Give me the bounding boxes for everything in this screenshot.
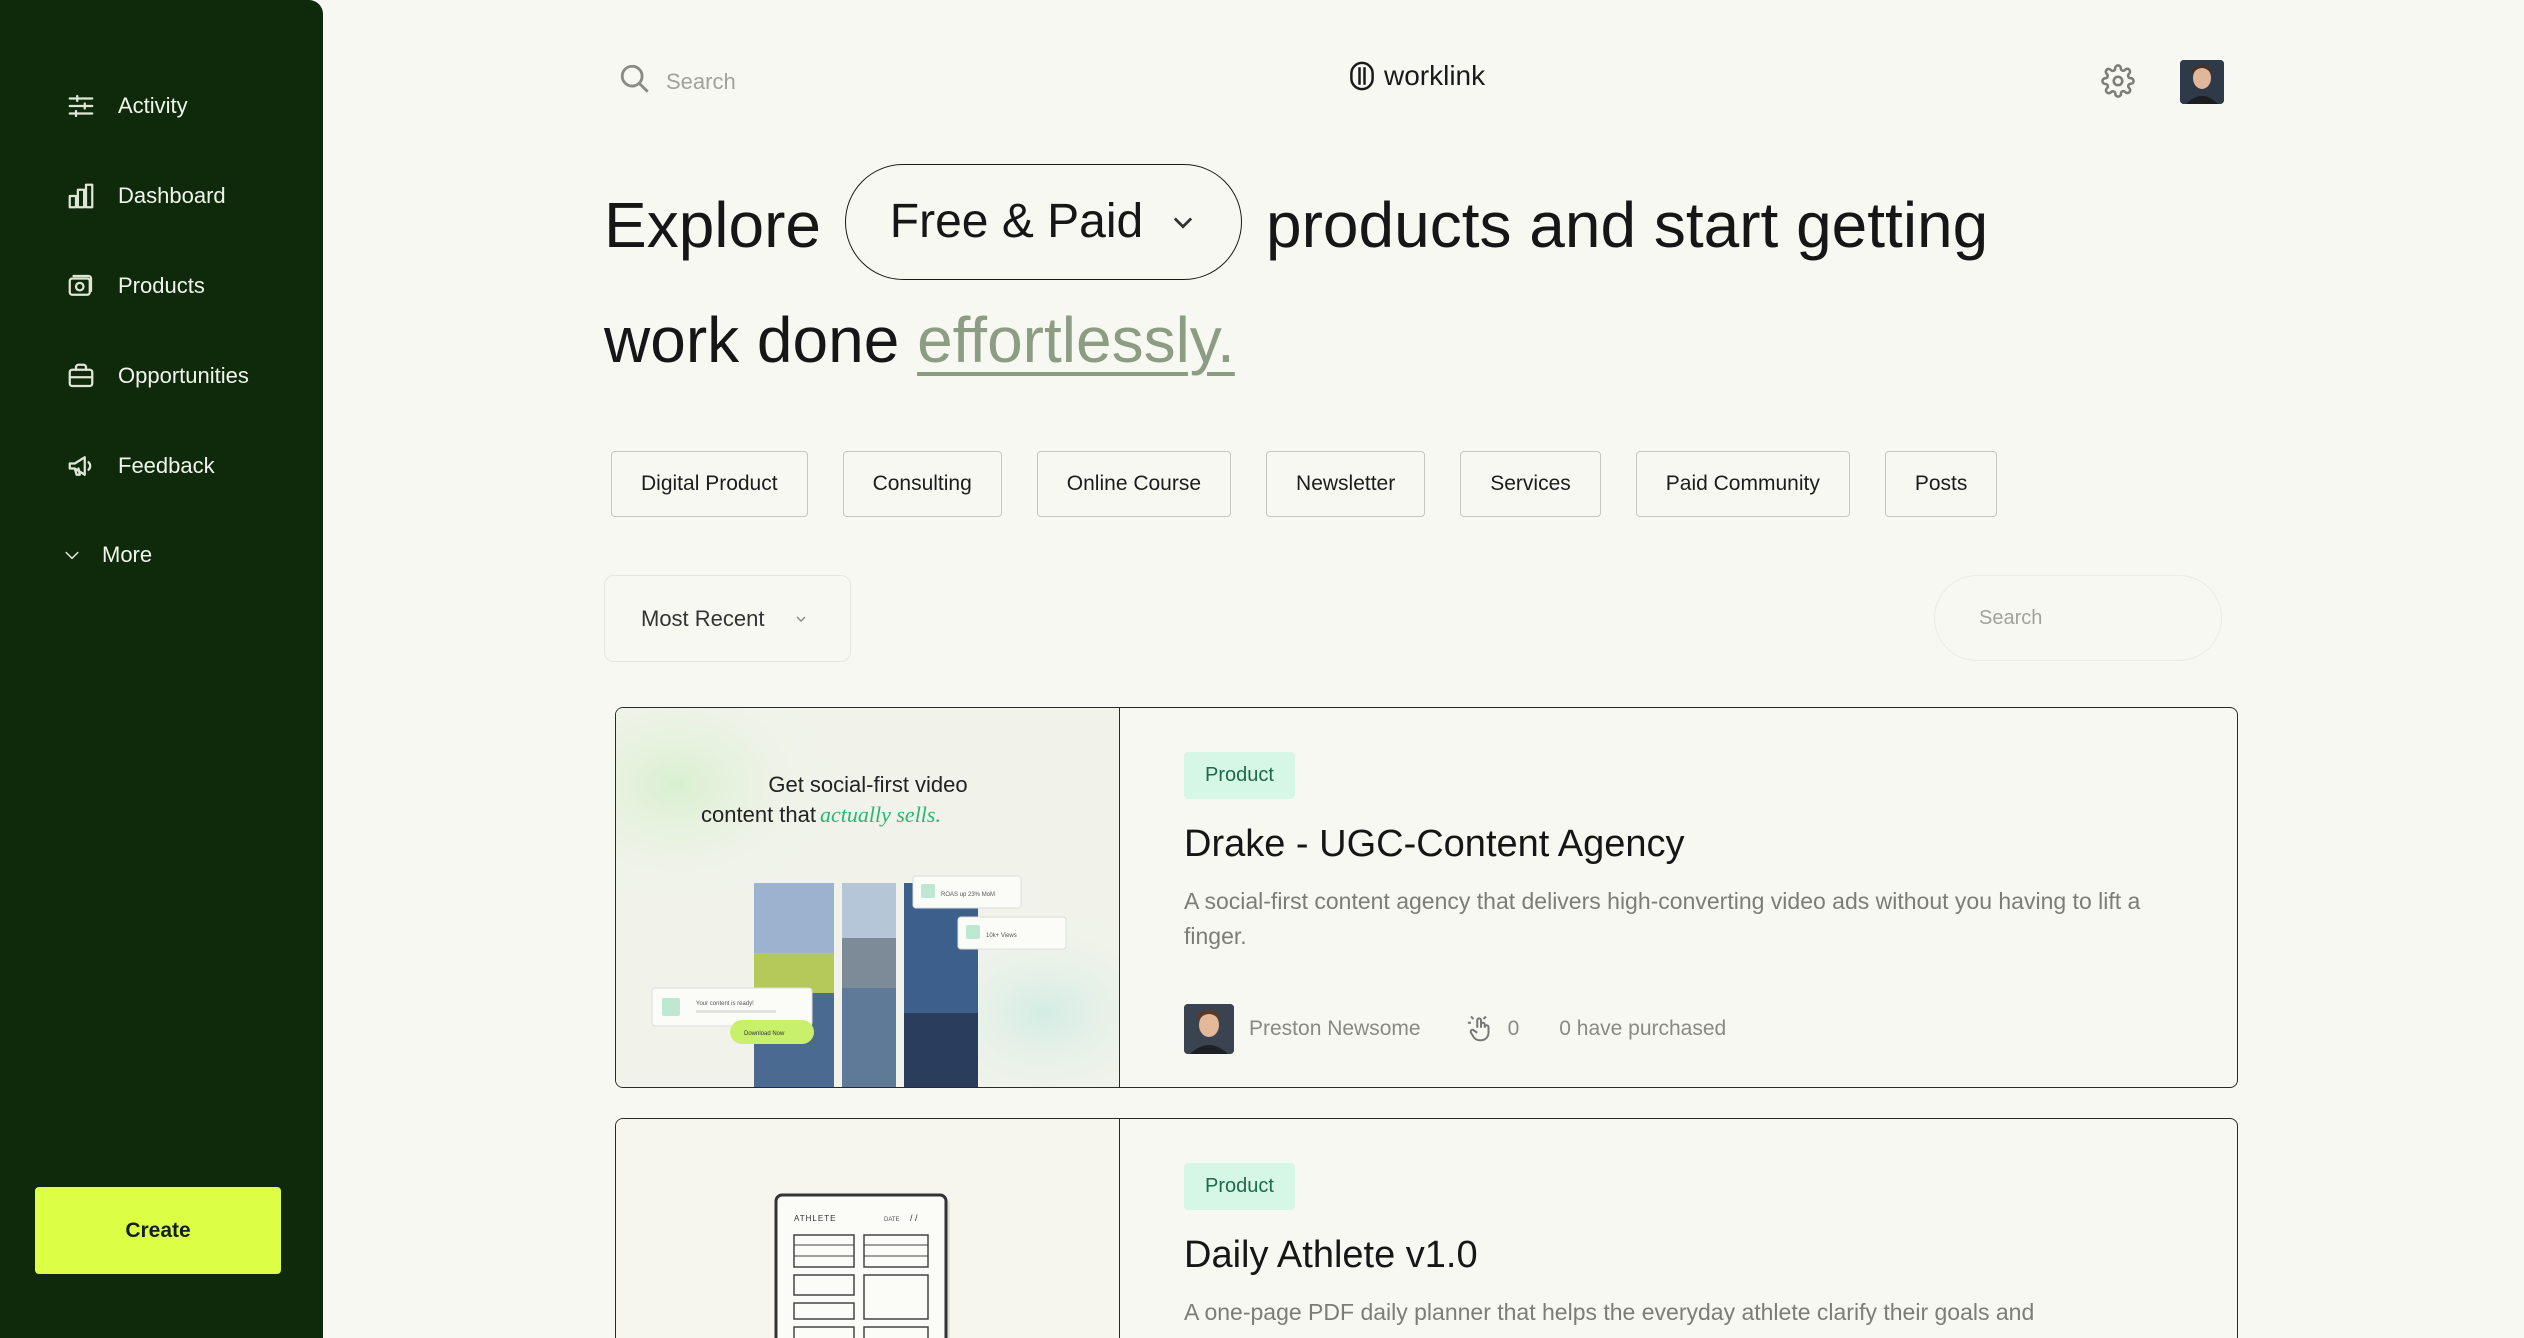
search-icon <box>618 62 652 101</box>
hero-pre: Explore <box>604 188 821 261</box>
sidebar-item-label: Feedback <box>118 453 215 478</box>
sidebar-item-label: Dashboard <box>118 183 226 208</box>
brand-logo[interactable]: worklink <box>1348 60 1485 92</box>
author-name[interactable]: Preston Newsome <box>1249 1017 1421 1041</box>
user-avatar[interactable] <box>2180 60 2224 104</box>
category-consulting[interactable]: Consulting <box>842 451 1002 517</box>
sidebar: Activity Dashboard Products Opportunitie… <box>0 0 323 1338</box>
megaphone-icon <box>64 449 98 483</box>
product-card[interactable]: ATHLETE DATE / / Product Daily Athlete v… <box>615 1118 2238 1338</box>
sort-dropdown[interactable]: Most Recent <box>604 575 851 662</box>
product-body: Product Drake - UGC-Content Agency A soc… <box>1184 708 2177 1054</box>
chevron-down-icon <box>796 616 805 622</box>
hero-post: products and start getting <box>1266 188 1989 261</box>
top-search <box>618 62 866 101</box>
product-badge: Product <box>1184 1163 1295 1210</box>
product-description: A social-first content agency that deliv… <box>1184 888 2141 949</box>
list-search-input[interactable] <box>1934 575 2222 661</box>
product-title: Drake - UGC-Content Agency <box>1184 823 1685 865</box>
settings-button[interactable] <box>2101 64 2135 98</box>
search-input[interactable] <box>666 68 866 95</box>
product-title: Daily Athlete v1.0 <box>1184 1234 1478 1276</box>
product-body: Product Daily Athlete v1.0 A one-page PD… <box>1184 1119 2177 1330</box>
category-online-course[interactable]: Online Course <box>1036 451 1232 517</box>
thumb-toast: Your content is ready! <box>696 1001 754 1007</box>
sort-value: Most Recent <box>641 605 765 631</box>
category-digital-product[interactable]: Digital Product <box>611 451 808 517</box>
brand-name: worklink <box>1384 60 1486 91</box>
click-count: 0 <box>1507 1017 1520 1040</box>
gear-icon <box>2101 64 2135 98</box>
thumb-headline-2: content that <box>701 802 816 827</box>
category-filters: Digital Product Consulting Online Course… <box>611 451 1998 517</box>
sidebar-item-products[interactable]: Products <box>64 266 205 306</box>
pricing-filter-dropdown[interactable]: Free & Paid <box>844 164 1243 280</box>
product-card[interactable]: Get social-first video content that actu… <box>615 707 2238 1088</box>
sidebar-item-dashboard[interactable]: Dashboard <box>64 176 226 216</box>
sidebar-item-label: Activity <box>118 93 188 118</box>
category-paid-community[interactable]: Paid Community <box>1635 451 1850 517</box>
thumb-headline-accent: actually sells. <box>820 802 941 827</box>
thumb-stat-2: 10k+ Views <box>986 933 1017 939</box>
sidebar-item-label: Products <box>118 273 205 298</box>
camera-icon <box>64 269 98 303</box>
sidebar-more-toggle[interactable]: More <box>62 535 152 575</box>
sheet-title: ATHLETE <box>794 1214 836 1223</box>
hero-emphasis: effortlessly. <box>917 304 1235 376</box>
hero-heading: Explore Free & Paid products and start g… <box>604 164 2124 392</box>
product-meta: Preston Newsome 0 0 have purchased <box>1184 1004 2177 1054</box>
product-badge: Product <box>1184 752 1295 799</box>
thumb-stat-1: ROAS up 23% MoM <box>941 892 995 898</box>
sidebar-item-feedback[interactable]: Feedback <box>64 446 215 486</box>
author-avatar <box>1184 1004 1234 1054</box>
hero-line2: work done <box>604 304 900 376</box>
sliders-icon <box>64 89 98 123</box>
category-services[interactable]: Services <box>1460 451 1601 517</box>
pricing-filter-value: Free & Paid <box>889 195 1144 248</box>
category-newsletter[interactable]: Newsletter <box>1266 451 1426 517</box>
briefcase-icon <box>64 359 98 393</box>
sidebar-more-label: More <box>102 542 153 567</box>
thumb-headline-1: Get social-first video <box>768 772 967 797</box>
chevron-down-icon <box>62 538 82 572</box>
product-thumbnail: ATHLETE DATE / / <box>616 1119 1120 1338</box>
chevron-down-icon <box>1174 217 1193 229</box>
thumb-download: Download Now <box>744 1031 785 1037</box>
sidebar-item-opportunities[interactable]: Opportunities <box>64 356 249 396</box>
purchase-count: 0 have purchased <box>1559 1017 1727 1040</box>
category-posts[interactable]: Posts <box>1884 451 1998 517</box>
sheet-date: / / <box>910 1213 918 1223</box>
tap-icon <box>1466 1014 1496 1044</box>
sidebar-item-activity[interactable]: Activity <box>64 86 188 126</box>
product-thumbnail: Get social-first video content that actu… <box>616 708 1120 1087</box>
sidebar-item-label: Opportunities <box>118 363 249 388</box>
create-button[interactable]: Create <box>35 1187 281 1274</box>
worklink-logo-icon <box>1350 61 1374 91</box>
bar-chart-icon <box>64 179 98 213</box>
product-description: A one-page PDF daily planner that helps … <box>1184 1299 2035 1325</box>
sheet-meta: DATE <box>884 1217 900 1223</box>
